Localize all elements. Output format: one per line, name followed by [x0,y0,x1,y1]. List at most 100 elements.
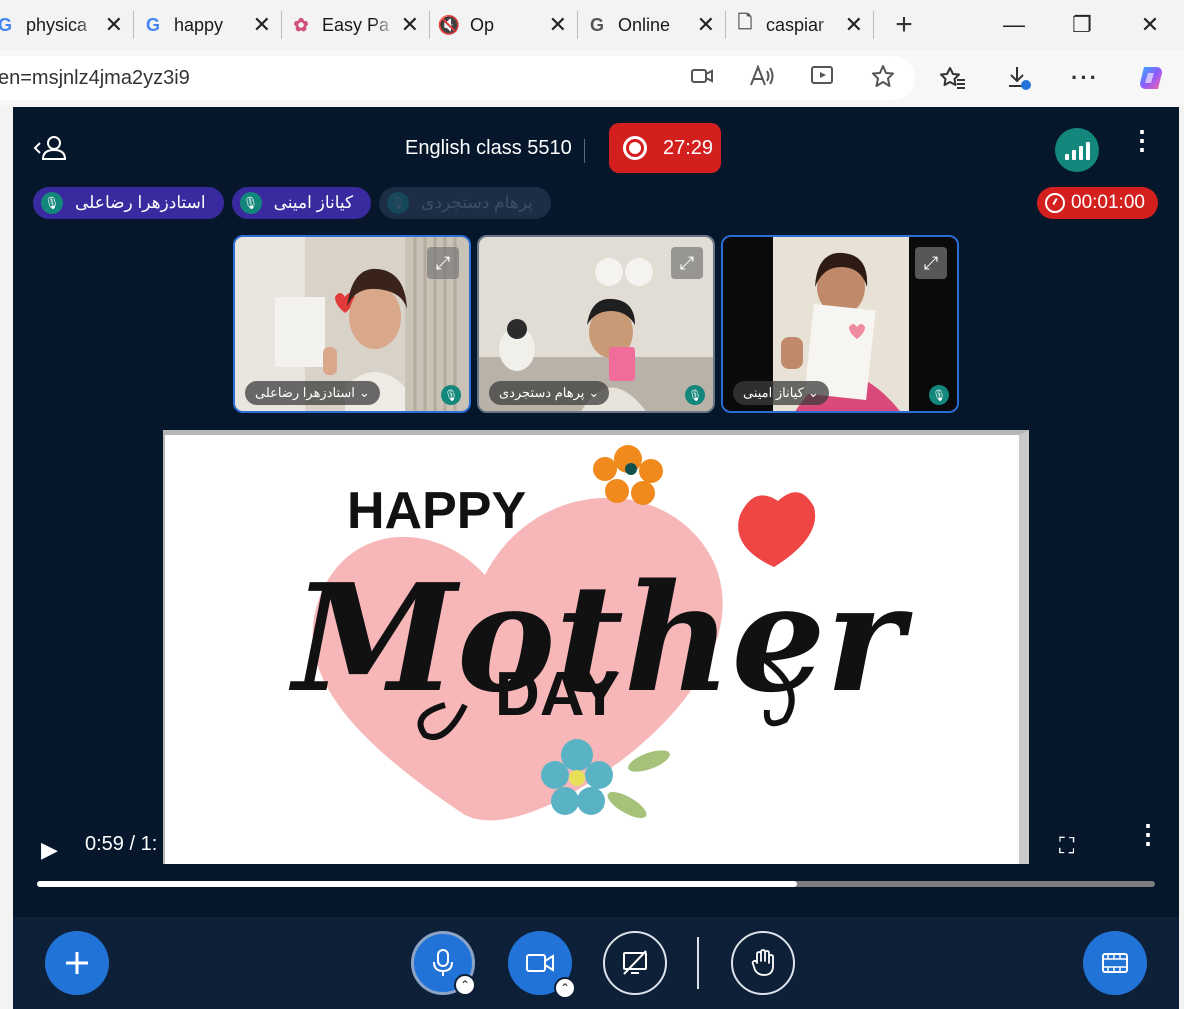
google-icon: G [145,14,160,35]
window-controls: — ❐ ✕ [980,0,1184,50]
read-aloud-icon[interactable] [749,63,775,92]
chevron-down-icon: ⌄ [807,385,819,400]
new-tab-button[interactable]: + [874,8,934,42]
raise-hand-button[interactable] [731,931,795,995]
signal-bar [1078,146,1083,160]
browser-tab[interactable]: ✿ Easy Pa ✕ [282,0,429,50]
screen-share-off-icon [623,950,647,975]
meeting-options-icon[interactable]: ⋮ [1129,127,1155,153]
browser-tab[interactable]: G Online ✕ [578,0,725,50]
close-tab-icon[interactable]: ✕ [253,12,271,38]
browser-tab[interactable]: Ghappy ✕ [134,0,281,50]
muted-speaker-icon: 🔇 [437,14,461,35]
tab-title: happy [174,14,224,35]
camera-button[interactable]: ⌃ [508,931,576,999]
tile-name: پرهام دستجردی ⌄ [489,381,610,405]
chevron-up-icon[interactable]: ⌃ [554,977,576,999]
tab-title: caspiar [766,14,825,35]
microphone-icon: 🎙 [41,192,63,214]
screen-share-button[interactable] [603,931,667,995]
more-options-icon[interactable]: ··· [1052,65,1118,91]
copilot-icon[interactable] [1118,63,1184,93]
browser-tab[interactable]: Gphysica ✕ [0,0,133,50]
talking-participant-chip[interactable]: 🎙 پرهام دستجردی [379,187,551,219]
tab-title: Easy Pa [322,14,390,35]
layout-button[interactable] [1083,931,1147,995]
film-icon [1102,953,1128,973]
google-icon: G [0,14,12,35]
participant-name: استادزهرا رضاعلی [75,193,206,212]
recording-indicator[interactable]: 27:29 [609,123,721,173]
microphone-icon [433,949,453,976]
participant-name: کیاناز امینی [273,193,354,212]
talking-participant-chip[interactable]: 🎙 استادزهرا رضاعلی [33,187,224,219]
favorites-icon[interactable] [920,66,986,90]
expand-icon[interactable]: ⤢ [427,247,459,279]
divider [584,139,585,163]
slide-word-day: DAY [495,660,620,729]
close-tab-icon[interactable]: ✕ [401,12,419,38]
tab-title: physica [26,14,88,35]
expand-icon[interactable]: ⤢ [671,247,703,279]
mothers-day-illustration: HAPPY Mother DAY [288,445,913,821]
close-window-button[interactable]: ✕ [1116,0,1184,50]
microphone-button[interactable]: ⌃ [411,931,476,996]
document-icon: 🗋 [737,12,753,32]
url-text[interactable]: en=msjnlz4jma2yz3i9 [0,67,190,90]
user-icon [33,136,67,160]
browser-tab[interactable]: 🔇 Op ✕ [430,0,577,50]
browser-tab[interactable]: 🗋 caspiar ✕ [726,0,873,50]
minimize-button[interactable]: — [980,0,1048,50]
recording-time: 27:29 [663,136,714,159]
microphone-icon: 🎙 [387,192,410,214]
address-bar-area: en=msjnlz4jma2yz3i9 ··· [0,50,1184,107]
connection-quality-button[interactable] [1055,128,1099,172]
video-tiles: ⤢ استادزهرا رضاعلی ⌄ 🎙 ⤢ پرهام دستجردی ⌄ 🎙 [233,235,959,413]
timer-icon [1045,193,1065,213]
video-progress-bar[interactable] [37,881,1155,887]
expand-icon[interactable]: ⤢ [915,247,947,279]
close-tab-icon[interactable]: ✕ [697,12,715,38]
pattern-icon: ✿ [293,14,309,35]
g-icon: G [589,14,604,35]
video-tile[interactable]: ⤢ استادزهرا رضاعلی ⌄ 🎙 [233,235,471,413]
tile-name: کیاناز امینی ⌄ [733,381,829,405]
meeting-app: English class 5510 27:29 ⋮ 🎙 استادزهرا رض… [13,107,1179,1009]
close-tab-icon[interactable]: ✕ [845,12,863,38]
participant-name: پرهام دستجردی [421,193,533,212]
chevron-down-icon: ⌄ [588,385,600,400]
camera-icon[interactable] [691,67,713,90]
countdown-timer[interactable]: 00:01:00 [1037,187,1158,219]
play-button[interactable]: ▶ [41,837,58,863]
talking-participants: 🎙 استادزهرا رضاعلی 🎙 کیاناز امینی 🎙 پرهام دست… [33,187,551,219]
chevron-up-icon[interactable]: ⌃ [454,974,476,996]
countdown-value: 00:01:00 [1071,192,1145,213]
video-options-icon[interactable]: ⋮ [1135,821,1161,847]
tile-name: استادزهرا رضاعلی ⌄ [245,381,380,405]
participants-panel-button[interactable] [33,135,67,166]
address-bar[interactable]: en=msjnlz4jma2yz3i9 [0,56,915,100]
video-camera-icon [526,954,554,972]
signal-bar [1085,142,1090,160]
restore-button[interactable]: ❐ [1048,0,1116,50]
media-icon[interactable] [811,65,835,92]
close-tab-icon[interactable]: ✕ [549,12,567,38]
video-time: 0:59 / 1: [85,833,158,855]
video-progress-fill [37,881,798,887]
talking-participant-chip[interactable]: 🎙 کیاناز امینی [231,187,372,219]
shared-video-slide[interactable]: HAPPY Mother DAY [163,430,1029,864]
video-tile[interactable]: ⤢ کیاناز امینی ⌄ 🎙 [721,235,959,413]
chevron-down-icon: ⌄ [358,385,370,400]
meeting-title: English class 5510 [405,137,572,159]
downloads-icon[interactable] [986,65,1052,91]
video-tile[interactable]: ⤢ پرهام دستجردی ⌄ 🎙 [477,235,715,413]
actions-button[interactable] [45,931,109,995]
tab-title: Op [470,14,495,35]
fullscreen-icon[interactable]: ⛶ [1059,833,1074,859]
toolbar-divider [697,937,699,989]
record-icon [623,136,647,160]
microphone-icon: 🎙 [441,385,461,405]
bottom-toolbar: ⌃ ⌃ [13,917,1179,1009]
close-tab-icon[interactable]: ✕ [105,12,123,38]
favorite-star-icon[interactable] [871,64,895,93]
